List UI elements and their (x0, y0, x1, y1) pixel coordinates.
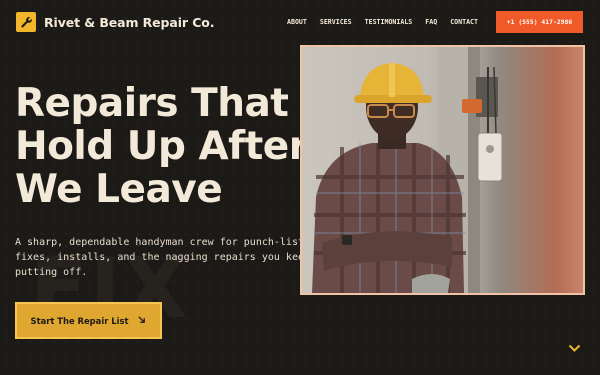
nav-link-contact[interactable]: Contact (450, 18, 478, 26)
nav-link-services[interactable]: Services (320, 18, 352, 26)
arrow-down-right-icon (137, 315, 146, 326)
brand-name: Rivet & Beam Repair Co. (44, 14, 215, 30)
nav-link-testimonials[interactable]: Testimonials (365, 18, 413, 26)
brand-logo[interactable]: Rivet & Beam Repair Co. (16, 12, 215, 32)
start-repair-list-button[interactable]: Start The Repair List (15, 302, 162, 339)
photo-illustration (312, 47, 503, 293)
wrench-icon (16, 12, 36, 32)
nav-link-faq[interactable]: FAQ (425, 18, 437, 26)
nav-link-about[interactable]: About (287, 18, 307, 26)
chevron-down-icon[interactable] (568, 340, 581, 358)
worker-in-hard-hat-photo (300, 45, 585, 295)
cta-label: Start The Repair List (30, 315, 129, 326)
hero-description: A sharp, dependable handyman crew for pu… (15, 237, 317, 278)
phone-call-button[interactable]: +1 (555) 417-2986 (496, 11, 583, 33)
main-nav: About Services Testimonials FAQ Contact (287, 18, 491, 26)
